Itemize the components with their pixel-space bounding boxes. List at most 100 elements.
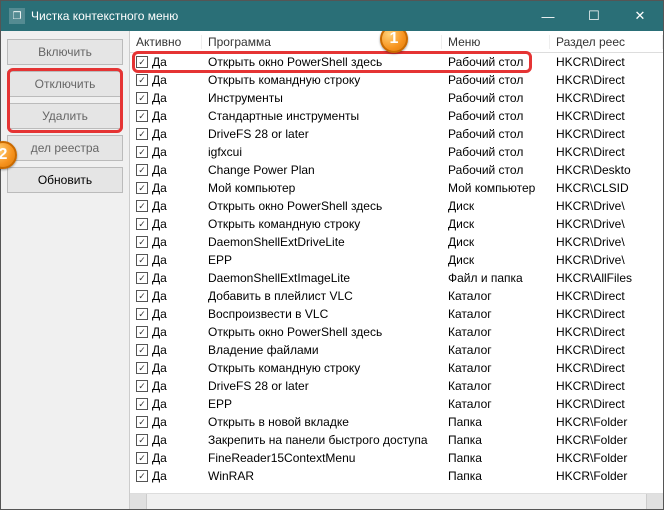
table-row[interactable]: ✓ДаОткрыть окно PowerShell здесьРабочий … (130, 53, 663, 71)
table-row[interactable]: ✓ДаWinRARПапкаHKCR\Folder (130, 467, 663, 485)
cell-active[interactable]: ✓Да (130, 145, 202, 159)
cell-active[interactable]: ✓Да (130, 379, 202, 393)
table-row[interactable]: ✓ДаEPPДискHKCR\Drive\ (130, 251, 663, 269)
table-row[interactable]: ✓ДаОткрыть окно PowerShell здесьКаталогH… (130, 323, 663, 341)
checkbox-icon[interactable]: ✓ (136, 146, 148, 158)
checkbox-icon[interactable]: ✓ (136, 380, 148, 392)
cell-menu: Папка (442, 433, 550, 447)
checkbox-icon[interactable]: ✓ (136, 128, 148, 140)
checkbox-icon[interactable]: ✓ (136, 272, 148, 284)
table-row[interactable]: ✓ДаFineReader15ContextMenuПапкаHKCR\Fold… (130, 449, 663, 467)
cell-active[interactable]: ✓ Да (130, 253, 202, 267)
cell-active[interactable]: ✓Да (130, 199, 202, 213)
active-label: Да (152, 253, 167, 267)
cell-program: Открыть командную строку (202, 73, 442, 87)
checkbox-icon[interactable]: ✓ (136, 92, 148, 104)
checkbox-icon[interactable]: ✓ (136, 470, 148, 482)
cell-registry: HKCR\Direct (550, 109, 663, 123)
minimize-button[interactable]: — (525, 1, 571, 31)
cell-active[interactable]: ✓ Да (130, 325, 202, 339)
table-row[interactable]: ✓ДаОткрыть командную строкуДискHKCR\Driv… (130, 215, 663, 233)
cell-active[interactable]: ✓Да (130, 73, 202, 87)
cell-active[interactable]: ✓ Да (130, 217, 202, 231)
checkbox-icon[interactable]: ✓ (136, 416, 148, 428)
cell-menu: Папка (442, 451, 550, 465)
cell-active[interactable]: ✓Да (130, 361, 202, 375)
cell-menu: Рабочий стол (442, 91, 550, 105)
checkbox-icon[interactable]: ✓ (136, 290, 148, 302)
checkbox-icon[interactable]: ✓ (136, 398, 148, 410)
table-row[interactable]: ✓ДаИнструментыРабочий столHKCR\Direct (130, 89, 663, 107)
cell-active[interactable]: ✓Да (130, 469, 202, 483)
checkbox-icon[interactable]: ✓ (136, 200, 148, 212)
checkbox-icon[interactable]: ✓ (136, 218, 148, 230)
cell-active[interactable]: ✓Да (130, 181, 202, 195)
maximize-button[interactable]: ☐ (571, 1, 617, 31)
checkbox-icon[interactable]: ✓ (136, 362, 148, 374)
cell-active[interactable]: ✓Да (130, 451, 202, 465)
col-header-registry[interactable]: Раздел реес (550, 35, 663, 49)
checkbox-icon[interactable]: ✓ (136, 326, 148, 338)
table-row[interactable]: ✓ДаСтандартные инструментыРабочий столHK… (130, 107, 663, 125)
table-row[interactable]: ✓ДаОткрыть командную строкуКаталогHKCR\D… (130, 359, 663, 377)
cell-registry: HKCR\Direct (550, 73, 663, 87)
cell-active[interactable]: ✓Да (130, 271, 202, 285)
checkbox-icon[interactable]: ✓ (136, 452, 148, 464)
checkbox-icon[interactable]: ✓ (136, 434, 148, 446)
cell-active[interactable]: ✓Да (130, 109, 202, 123)
disable-button[interactable]: Отключить (7, 71, 123, 97)
table-row[interactable]: ✓ДаОткрыть в новой вкладкеПапкаHKCR\Fold… (130, 413, 663, 431)
table-row[interactable]: ✓ДаDriveFS 28 or laterРабочий столHKCR\D… (130, 125, 663, 143)
delete-button[interactable]: Удалить (7, 103, 123, 129)
col-header-menu[interactable]: Меню (442, 35, 550, 49)
active-label: Да (152, 325, 167, 339)
cell-active[interactable]: ✓Да (130, 415, 202, 429)
cell-program: DaemonShellExtImageLite (202, 271, 442, 285)
table-row[interactable]: ✓ДаDriveFS 28 or laterКаталогHKCR\Direct (130, 377, 663, 395)
cell-program: Добавить в плейлист VLC (202, 289, 442, 303)
cell-active[interactable]: ✓Да (130, 127, 202, 141)
table-row[interactable]: ✓ДаDaemonShellExtDriveLiteДискHKCR\Drive… (130, 233, 663, 251)
table-row[interactable]: ✓ДаВоспроизвести в VLCКаталогHKCR\Direct (130, 305, 663, 323)
checkbox-icon[interactable]: ✓ (136, 344, 148, 356)
close-button[interactable]: ✕ (617, 1, 663, 31)
checkbox-icon[interactable]: ✓ (136, 254, 148, 266)
registry-button[interactable]: дел реестра (7, 135, 123, 161)
cell-active[interactable]: ✓Да (130, 91, 202, 105)
cell-registry: HKCR\Direct (550, 361, 663, 375)
active-label: Да (152, 217, 167, 231)
checkbox-icon[interactable]: ✓ (136, 182, 148, 194)
checkbox-icon[interactable]: ✓ (136, 110, 148, 122)
table-row[interactable]: ✓ДаДобавить в плейлист VLCКаталогHKCR\Di… (130, 287, 663, 305)
cell-active[interactable]: ✓Да (130, 343, 202, 357)
table-row[interactable]: ✓ДаМой компьютерМой компьютерHKCR\CLSID (130, 179, 663, 197)
cell-menu: Каталог (442, 307, 550, 321)
cell-active[interactable]: ✓Да (130, 235, 202, 249)
cell-active[interactable]: ✓Да (130, 307, 202, 321)
col-header-active[interactable]: Активно (130, 35, 202, 49)
checkbox-icon[interactable]: ✓ (136, 56, 148, 68)
table-row[interactable]: ✓ДаОткрыть командную строкуРабочий столH… (130, 71, 663, 89)
cell-active[interactable]: ✓Да (130, 55, 202, 69)
table-row[interactable]: ✓ДаDaemonShellExtImageLiteФайл и папкаHK… (130, 269, 663, 287)
horizontal-scrollbar[interactable] (130, 493, 663, 509)
checkbox-icon[interactable]: ✓ (136, 74, 148, 86)
table-row[interactable]: ✓ДаigfxcuiРабочий столHKCR\Direct (130, 143, 663, 161)
table-row[interactable]: ✓ДаEPPКаталогHKCR\Direct (130, 395, 663, 413)
table-row[interactable]: ✓ДаChange Power PlanРабочий столHKCR\Des… (130, 161, 663, 179)
table-row[interactable]: ✓ДаЗакрепить на панели быстрого доступаП… (130, 431, 663, 449)
cell-active[interactable]: ✓Да (130, 289, 202, 303)
cell-menu: Файл и папка (442, 271, 550, 285)
rows-container[interactable]: ✓ДаОткрыть окно PowerShell здесьРабочий … (130, 53, 663, 493)
checkbox-icon[interactable]: ✓ (136, 308, 148, 320)
checkbox-icon[interactable]: ✓ (136, 164, 148, 176)
checkbox-icon[interactable]: ✓ (136, 236, 148, 248)
enable-button[interactable]: Включить (7, 39, 123, 65)
table-row[interactable]: ✓ДаОткрыть окно PowerShell здесьДискHKCR… (130, 197, 663, 215)
cell-active[interactable]: ✓Да (130, 433, 202, 447)
cell-active[interactable]: ✓Да (130, 163, 202, 177)
cell-menu: Каталог (442, 343, 550, 357)
cell-active[interactable]: ✓Да (130, 397, 202, 411)
refresh-button[interactable]: Обновить (7, 167, 123, 193)
table-row[interactable]: ✓ДаВладение файламиКаталогHKCR\Direct (130, 341, 663, 359)
